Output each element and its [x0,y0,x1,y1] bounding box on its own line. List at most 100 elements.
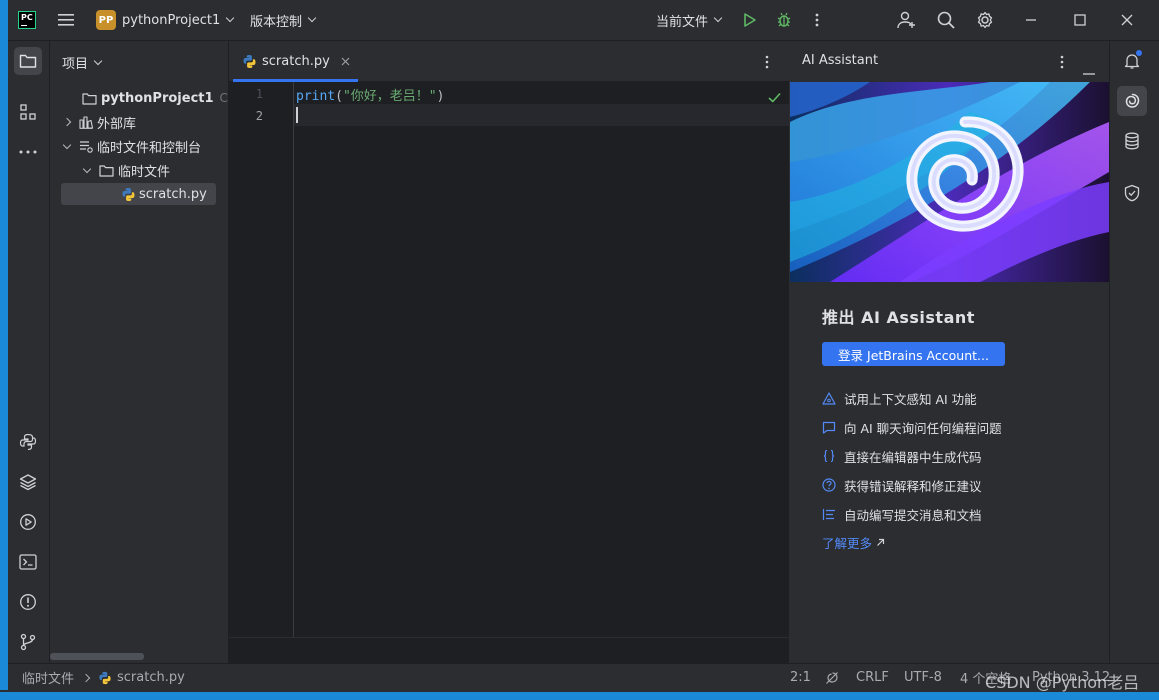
watermark-text: CSDN @Python老吕 [985,673,1140,692]
feature-label: 直接在编辑器中生成代码 [844,449,982,465]
security-tool-button[interactable] [1117,178,1147,208]
tree-item-project-root[interactable]: pythonProject1 C:\U [82,87,228,109]
text-caret [296,107,298,123]
breadcrumb-folder[interactable]: 临时文件 [22,668,74,687]
close-tab-icon[interactable] [341,57,350,66]
close-window-button[interactable] [1121,0,1133,40]
python-console-button[interactable] [14,428,42,456]
line-number: 1 [255,87,263,101]
run-icon [744,13,756,27]
run-config-label: 当前文件 [656,14,709,30]
database-tool-button[interactable] [1117,126,1147,156]
close-icon [1121,14,1133,26]
vcs-menu[interactable]: 版本控制 [250,0,317,40]
feature-item: 获得错误解释和修正建议 [822,475,982,495]
more-actions-button[interactable] [815,0,819,40]
ai-assistant-artwork-image [790,82,1109,282]
learn-more-label: 了解更多 [822,536,873,551]
notification-dot [1136,50,1142,56]
inspection-ok-indicator[interactable] [768,88,781,107]
chevron-down-icon [713,13,723,23]
breadcrumb: 临时文件 scratch.py [22,664,185,691]
search-button[interactable] [937,0,955,40]
ai-disabled-icon [826,671,838,684]
current-line-highlight [229,104,789,126]
tree-item-label: 外部库 [97,116,137,132]
problems-button[interactable] [14,588,42,616]
run-config-selector[interactable]: 当前文件 [656,0,723,40]
project-switcher[interactable]: PP pythonProject1 [96,0,235,40]
maximize-button[interactable] [1074,0,1086,40]
text-lines-icon [822,508,835,520]
tree-item-label: 临时文件和控制台 [97,140,202,156]
terminal-button[interactable] [14,548,42,576]
add-user-icon [897,11,915,29]
ai-promo-banner [790,82,1109,282]
tree-item-scratch-py[interactable]: scratch.py [61,183,216,205]
ai-panel-hide-button[interactable] [1083,60,1095,79]
ai-panel-options-button[interactable] [1060,54,1064,73]
project-panel-title-label: 项目 [62,57,89,72]
file-encoding[interactable]: UTF-8 [904,664,942,691]
tab-scratch-py[interactable]: scratch.py [229,41,358,82]
settings-button[interactable] [976,0,994,40]
caret-position[interactable]: 2:1 [790,664,811,691]
shield-check-icon [1124,184,1140,202]
terminal-icon [19,554,37,570]
chevron-right-icon [81,673,91,682]
checkmark-icon [768,92,781,103]
ai-assistant-tool-button[interactable] [1117,86,1147,116]
more-horizontal-icon [19,150,37,154]
project-name: pythonProject1 [122,12,221,28]
python-packages-button[interactable] [14,468,42,496]
code-with-me-button[interactable] [897,0,917,40]
project-tool-button[interactable] [14,47,42,75]
learn-more-link[interactable]: 了解更多 [822,533,885,552]
left-tool-strip [8,41,50,692]
project-badge: PP [96,10,116,30]
feature-label: 获得错误解释和修正建议 [844,478,982,494]
code-paren: ( [335,89,343,104]
more-vertical-icon [1060,55,1064,69]
services-run-icon [20,514,36,530]
folder-icon [99,164,114,177]
horizontal-scrollbar[interactable] [50,653,144,660]
line-separator[interactable]: CRLF [856,664,889,691]
jetbrains-login-button[interactable]: 登录 JetBrains Account... [822,342,1005,366]
chevron-down-icon [307,13,317,23]
minimize-icon [1026,19,1036,21]
more-tools-button[interactable] [14,138,42,166]
feature-label: 向 AI 聊天询问任何编程问题 [844,420,1002,436]
tree-item-external-libs[interactable]: 外部库 [62,111,137,133]
notifications-button[interactable] [1117,46,1147,76]
ai-status-button[interactable] [825,664,839,691]
triangle-context-icon [822,391,836,405]
code-line-1[interactable]: print("你好，老吕！") [296,85,444,104]
python-file-icon [122,187,135,201]
main-menu-button[interactable] [58,0,74,40]
version-control-button[interactable] [14,628,42,656]
minimize-button[interactable] [1025,0,1037,40]
folder-icon [19,54,37,68]
structure-tool-button[interactable] [14,98,42,126]
problems-warning-icon [20,594,36,610]
scratches-icon [80,140,93,153]
layers-icon [19,474,37,491]
breadcrumb-file[interactable]: scratch.py [117,670,185,685]
tree-item-scratches-folder[interactable]: 临时文件 [82,159,170,181]
ai-heading: 推出 AI Assistant [822,308,975,327]
tree-item-label: scratch.py [139,186,207,202]
project-panel-title[interactable]: 项目 [62,53,103,72]
feature-item: 试用上下文感知 AI 功能 [822,388,977,408]
debug-button[interactable] [776,0,792,40]
git-branch-icon [20,633,36,651]
run-button[interactable] [743,0,757,40]
services-button[interactable] [14,508,42,536]
chevron-right-icon [62,117,72,127]
editor-tabs-menu-button[interactable] [765,54,769,73]
title-bar: PC PP pythonProject1 版本控制 当前文件 [8,0,1159,41]
question-circle-icon [822,478,836,492]
tree-item-scratches-consoles[interactable]: 临时文件和控制台 [62,135,202,157]
ai-assistant-panel: AI Assistant 推出 AI Assistant 登录 JetBrain… [790,41,1110,663]
chat-bubble-icon [822,421,836,434]
